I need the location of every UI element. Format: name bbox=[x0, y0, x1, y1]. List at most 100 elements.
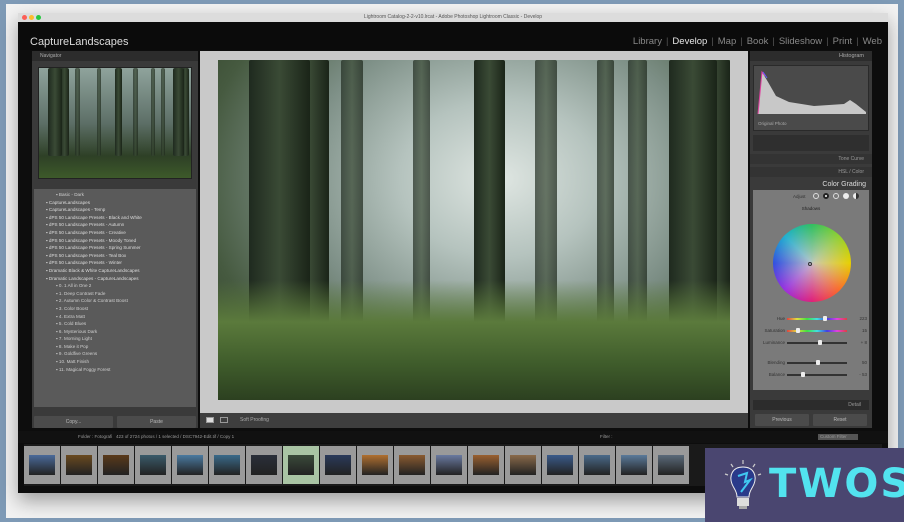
preset-item[interactable]: ▪ 0. 1 All in One 2 bbox=[34, 282, 196, 290]
slider-saturation[interactable]: Saturation 15 bbox=[759, 328, 869, 334]
top-panel: CaptureLandscapes Library | Develop | Map | Bo… bbox=[18, 22, 888, 50]
preset-item[interactable]: ▪ Dramatic Landscapes - CaptureLandscape… bbox=[34, 275, 196, 283]
before-after-icon[interactable] bbox=[220, 417, 228, 423]
filmstrip-thumbnail[interactable] bbox=[61, 446, 97, 484]
slider-thumb[interactable] bbox=[816, 360, 820, 365]
slider-thumb[interactable] bbox=[818, 340, 823, 345]
preset-item[interactable]: ▪ Dramatic Black & White CaptureLandscap… bbox=[34, 267, 196, 275]
soft-proofing-checkbox[interactable]: Soft Proofing bbox=[240, 417, 269, 423]
slider-blending[interactable]: Blending 50 bbox=[759, 360, 869, 366]
module-slideshow[interactable]: Slideshow bbox=[779, 36, 822, 47]
filmstrip-thumbnail[interactable] bbox=[431, 446, 467, 484]
slider-value[interactable]: - 53 bbox=[859, 372, 867, 377]
minimize-window-button[interactable] bbox=[29, 15, 34, 20]
navigator-header[interactable]: Navigator bbox=[32, 51, 198, 61]
module-print[interactable]: Print bbox=[833, 36, 853, 47]
filmstrip-thumbnail[interactable] bbox=[172, 446, 208, 484]
slider-hue[interactable]: Hue 223 bbox=[759, 316, 869, 322]
highlights-icon[interactable] bbox=[843, 193, 849, 199]
filmstrip-thumbnail[interactable] bbox=[653, 446, 689, 484]
module-map[interactable]: Map bbox=[718, 36, 736, 47]
filmstrip-thumbnail[interactable] bbox=[468, 446, 504, 484]
wheel-handle[interactable] bbox=[808, 262, 812, 266]
preset-item[interactable]: ▪ dPS 50 Landscape Presets - Teal Box bbox=[34, 252, 196, 260]
close-window-button[interactable] bbox=[22, 15, 27, 20]
module-library[interactable]: Library bbox=[633, 36, 662, 47]
preset-label: CaptureLandscapes - Temp bbox=[48, 207, 106, 213]
tool-strip[interactable] bbox=[753, 135, 869, 151]
preset-item[interactable]: ▪ 5. Cold Blues bbox=[34, 320, 196, 328]
preset-item[interactable]: ▪ 10. Matt Finish bbox=[34, 358, 196, 366]
preset-item[interactable]: ▪ CaptureLandscapes bbox=[34, 199, 196, 207]
module-web[interactable]: Web bbox=[863, 36, 882, 47]
slider-value[interactable]: 15 bbox=[862, 328, 867, 333]
preset-item[interactable]: ▪ 7. Morning Light bbox=[34, 335, 196, 343]
preset-item[interactable]: ▪ 3. Color Boost bbox=[34, 305, 196, 313]
global-icon[interactable] bbox=[853, 193, 859, 199]
tone-curve-header[interactable]: Tone Curve bbox=[750, 154, 872, 164]
thumbnail-image bbox=[362, 455, 388, 475]
previous-button[interactable]: Previous bbox=[755, 414, 809, 426]
filmstrip-thumbnail[interactable] bbox=[394, 446, 430, 484]
slider-track[interactable] bbox=[787, 318, 847, 320]
image-view[interactable] bbox=[200, 51, 748, 413]
custom-filter-select[interactable]: Custom Filter bbox=[818, 434, 858, 440]
filmstrip-thumbnail[interactable] bbox=[24, 446, 60, 484]
filmstrip-thumbnail[interactable] bbox=[505, 446, 541, 484]
preset-item[interactable]: ▪ 2. Autumn Color & Contrast Boost bbox=[34, 297, 196, 305]
preset-item[interactable]: ▪ 1. Deep Contrast Fade bbox=[34, 290, 196, 298]
filmstrip-thumbnail[interactable] bbox=[357, 446, 393, 484]
filmstrip-thumbnail[interactable] bbox=[98, 446, 134, 484]
original-photo-checkbox[interactable]: Original Photo bbox=[754, 121, 868, 126]
slider-value[interactable]: 50 bbox=[862, 360, 867, 365]
slider-thumb[interactable] bbox=[800, 372, 805, 377]
navigator-preview[interactable] bbox=[38, 67, 192, 179]
reset-button[interactable]: Reset bbox=[813, 414, 867, 426]
preset-item[interactable]: ▪ dPS 50 Landscape Presets - Creative bbox=[34, 229, 196, 237]
filmstrip-thumbnail[interactable] bbox=[542, 446, 578, 484]
slider-balance[interactable]: Balance - 53 bbox=[759, 372, 869, 378]
preset-item[interactable]: ▪ dPS 50 Landscape Presets - Autumn bbox=[34, 221, 196, 229]
filmstrip-thumbnail[interactable] bbox=[616, 446, 652, 484]
filmstrip-thumbnail[interactable] bbox=[135, 446, 171, 484]
copy-button[interactable]: Copy... bbox=[34, 416, 113, 428]
three-way-icon[interactable] bbox=[813, 193, 819, 199]
slider-value[interactable]: 223 bbox=[859, 316, 867, 321]
module-book[interactable]: Book bbox=[747, 36, 769, 47]
slider-luminance[interactable]: Luminance + 8 bbox=[759, 340, 869, 346]
loupe-view-icon[interactable] bbox=[206, 417, 214, 423]
slider-value[interactable]: + 8 bbox=[861, 340, 867, 345]
preset-item[interactable]: ▪ dPS 50 Landscape Presets - Black and W… bbox=[34, 214, 196, 222]
preset-item[interactable]: ▪ dPS 50 Landscape Presets - Moody Toned bbox=[34, 237, 196, 245]
preset-label: 7. Morning Light bbox=[58, 336, 92, 342]
filmstrip-thumbnail[interactable] bbox=[320, 446, 356, 484]
detail-header[interactable]: Detail bbox=[753, 400, 869, 410]
histogram-header[interactable]: Histogram bbox=[750, 51, 872, 61]
preset-item[interactable]: ▪ 11. Magical Foggy Forest bbox=[34, 366, 196, 374]
preset-item[interactable]: ▪ CaptureLandscapes - Temp bbox=[34, 206, 196, 214]
preset-item[interactable]: ▪ 4. Extra Matt bbox=[34, 313, 196, 321]
filmstrip-thumbnail[interactable] bbox=[283, 446, 319, 484]
paste-button[interactable]: Paste bbox=[117, 416, 196, 428]
slider-track[interactable] bbox=[787, 342, 847, 344]
hsl-header[interactable]: HSL / Color bbox=[750, 167, 872, 177]
filmstrip-thumbnail[interactable] bbox=[209, 446, 245, 484]
preset-item[interactable]: ▪ 6. Mysterious Dark bbox=[34, 328, 196, 336]
preset-item[interactable]: ▪ 9. Goldfive Greens bbox=[34, 350, 196, 358]
preset-item[interactable]: ▪ dPS 50 Landscape Presets - Spring Summ… bbox=[34, 244, 196, 252]
color-wheel[interactable] bbox=[773, 224, 851, 302]
shadows-icon[interactable] bbox=[823, 193, 829, 199]
folder-source[interactable]: Folder : Fotografi bbox=[78, 434, 112, 439]
zoom-window-button[interactable] bbox=[36, 15, 41, 20]
color-grading-header[interactable]: Color Grading bbox=[750, 179, 872, 190]
slider-thumb[interactable] bbox=[822, 316, 827, 321]
preset-item[interactable]: ▪ Basic - Dark bbox=[34, 191, 196, 199]
slider-track[interactable] bbox=[787, 374, 847, 376]
midtones-icon[interactable] bbox=[833, 193, 839, 199]
module-develop[interactable]: Develop bbox=[672, 36, 707, 47]
filmstrip-thumbnail[interactable] bbox=[579, 446, 615, 484]
slider-thumb[interactable] bbox=[795, 328, 800, 333]
preset-item[interactable]: ▪ 8. Make it Pop bbox=[34, 343, 196, 351]
preset-item[interactable]: ▪ dPS 50 Landscape Presets - Winter bbox=[34, 259, 196, 267]
filmstrip-thumbnail[interactable] bbox=[246, 446, 282, 484]
